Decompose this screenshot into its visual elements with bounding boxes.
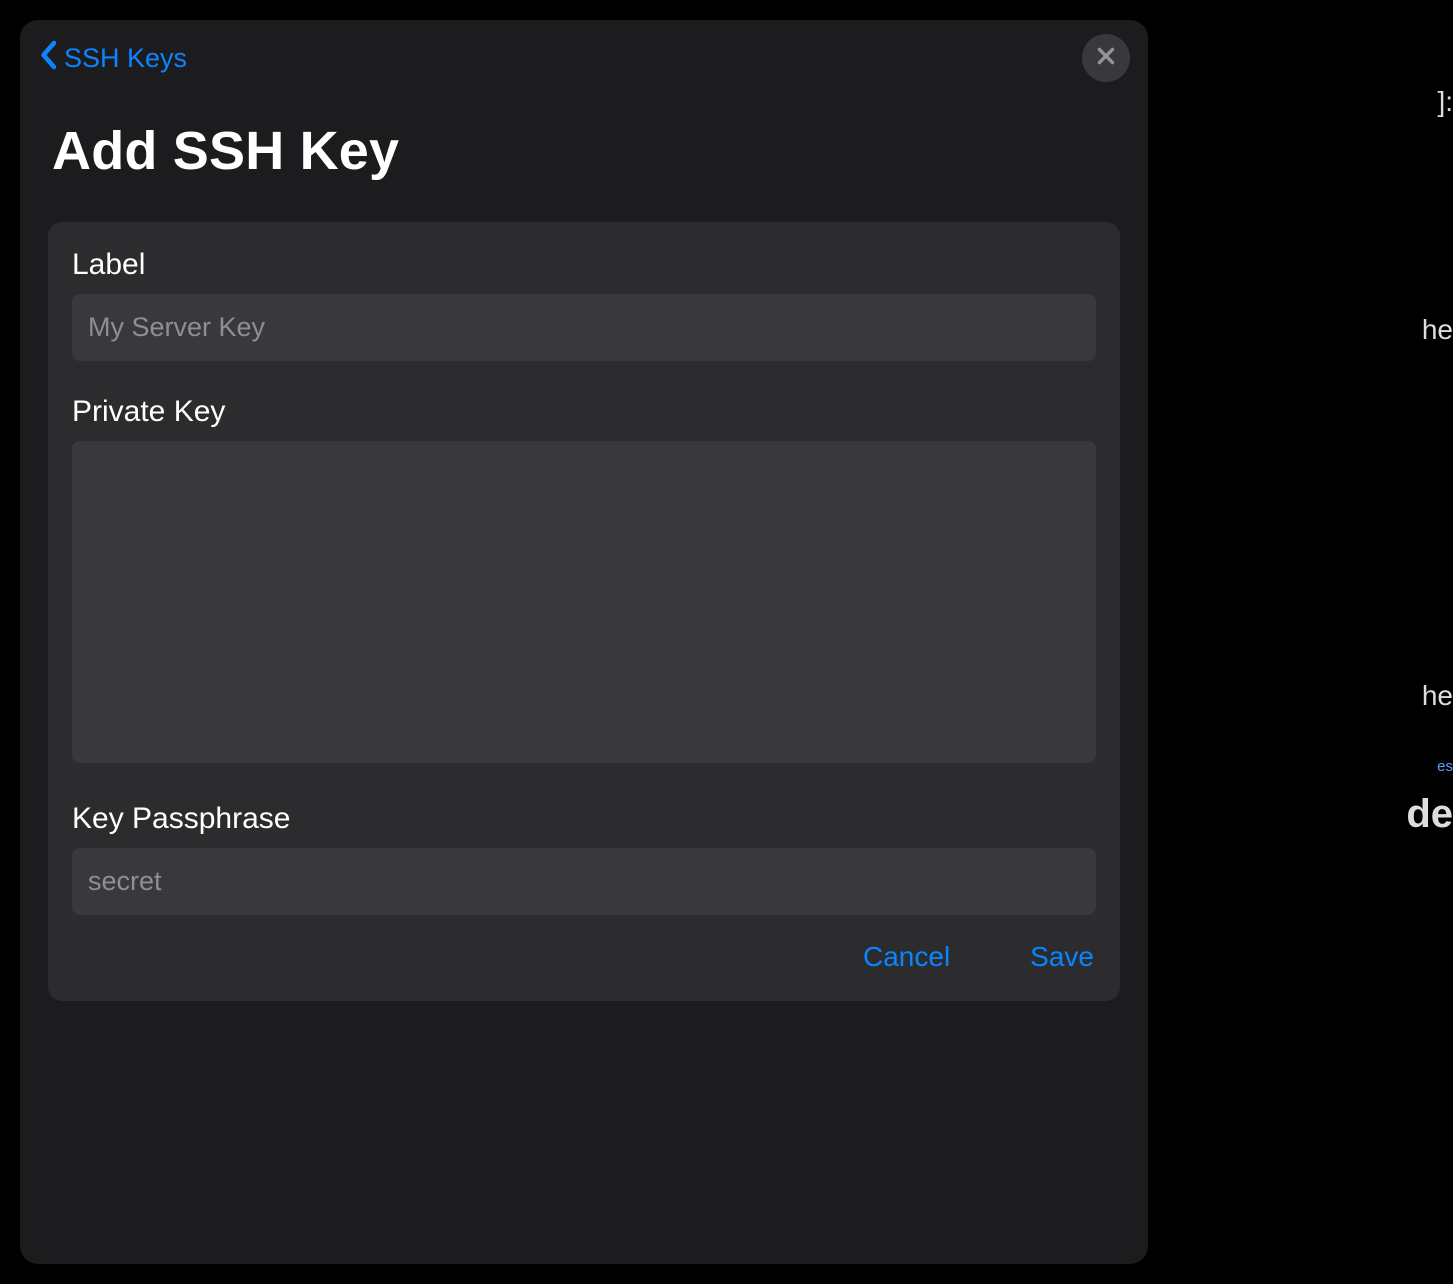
private-key-textarea[interactable] xyxy=(72,441,1096,763)
close-icon xyxy=(1095,45,1117,72)
private-key-field-label: Private Key xyxy=(72,395,1096,429)
modal-header: SSH Keys xyxy=(20,20,1148,82)
passphrase-field-group: Key Passphrase xyxy=(72,802,1096,915)
back-link-label: SSH Keys xyxy=(64,43,187,74)
label-field-label: Label xyxy=(72,248,1096,282)
passphrase-field-label: Key Passphrase xyxy=(72,802,1096,836)
page-title: Add SSH Key xyxy=(20,82,1148,222)
form-card: Label Private Key Key Passphrase Cancel … xyxy=(48,222,1120,1001)
private-key-field-group: Private Key xyxy=(72,395,1096,768)
add-ssh-key-modal: SSH Keys Add SSH Key Label Private Key K… xyxy=(20,20,1148,1264)
cancel-button[interactable]: Cancel xyxy=(863,941,950,973)
chevron-left-icon xyxy=(38,40,58,77)
form-button-row: Cancel Save xyxy=(72,933,1096,981)
close-button[interactable] xyxy=(1082,34,1130,82)
passphrase-input[interactable] xyxy=(72,848,1096,915)
label-input[interactable] xyxy=(72,294,1096,361)
save-button[interactable]: Save xyxy=(1030,941,1094,973)
background-obscured-content: ]: he he es de xyxy=(1153,0,1453,1284)
back-to-ssh-keys-link[interactable]: SSH Keys xyxy=(38,40,187,77)
label-field-group: Label xyxy=(72,248,1096,361)
